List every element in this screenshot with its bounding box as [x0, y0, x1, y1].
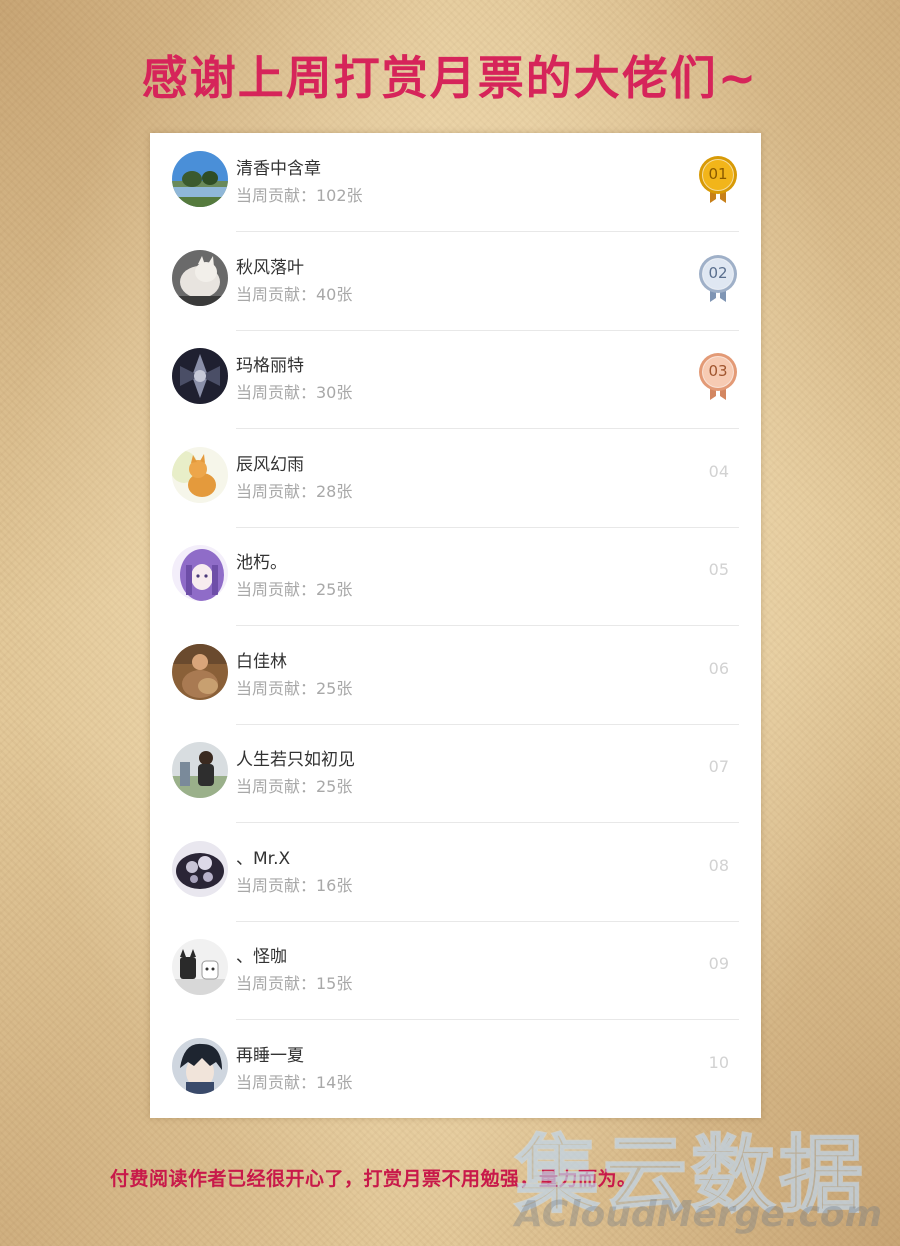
avatar: [172, 151, 228, 207]
weekly-contribution: 当周贡献：102张: [236, 186, 363, 205]
avatar: [172, 545, 228, 601]
rank-number: 07: [708, 757, 729, 776]
avatar: [172, 939, 228, 995]
avatar: [172, 840, 228, 897]
weekly-contribution: 当周贡献：25张: [236, 580, 353, 599]
watermark-site: ACloudMerge.com: [515, 1194, 883, 1235]
avatar: [172, 348, 228, 404]
leaderboard-card: 清香中含章当周贡献：102张 01 秋风落叶当周贡献：40张 02 玛格丽特当周贡献：3…: [150, 133, 761, 1118]
weekly-contribution: 当周贡献：14张: [236, 1072, 353, 1092]
weekly-contribution: 当周贡献：16张: [236, 875, 353, 895]
avatar: [172, 249, 228, 306]
leaderboard-row: 人生若只如初见 当周贡献：25张 07: [150, 724, 761, 823]
user-name: 人生若只如初见: [236, 750, 355, 770]
rank-number: 10: [708, 1052, 729, 1072]
rank-number: 04: [708, 461, 729, 481]
avatar: [172, 446, 228, 503]
leaderboard-row: 秋风落叶当周贡献：40张 02: [150, 232, 761, 331]
leaderboard-row: 池朽。当周贡献：25张 05: [150, 527, 761, 626]
user-name: 清香中含章: [236, 159, 321, 179]
weekly-contribution: 当周贡献：40张: [236, 284, 353, 304]
rank-number: 06: [708, 658, 729, 678]
avatar: [172, 643, 228, 700]
avatar: [172, 742, 228, 798]
weekly-contribution: 当周贡献：30张: [236, 383, 353, 402]
user-name: 秋风落叶: [236, 257, 304, 278]
rank-number: 01: [708, 165, 728, 183]
user-name: 玛格丽特: [236, 356, 304, 376]
watermark: 集云数据 ACloudMerge.com: [514, 1108, 895, 1238]
user-name: 、怪咖: [236, 947, 287, 967]
leaderboard-row: 、Mr.X 当周贡献：16张 08: [150, 823, 761, 922]
gold-medal-icon: 01: [697, 155, 739, 205]
weekly-contribution: 当周贡献：28张: [236, 481, 353, 501]
weekly-contribution: 当周贡献：15张: [236, 974, 353, 993]
leaderboard-row: 清香中含章当周贡献：102张 01: [150, 133, 761, 232]
leaderboard-row: 辰风幻雨当周贡献：28张 04: [150, 429, 761, 528]
leaderboard-row: 玛格丽特当周贡献：30张 03: [150, 330, 761, 429]
rank-number: 08: [708, 855, 729, 875]
avatar: [172, 1037, 228, 1094]
weekly-contribution: 当周贡献：25张: [236, 678, 353, 698]
weekly-contribution: 当周贡献：25张: [236, 777, 353, 796]
user-name: 、Mr.X: [236, 848, 291, 869]
leaderboard-row: 、怪咖当周贡献：15张 09: [150, 921, 761, 1020]
user-name: 池朽。: [236, 553, 287, 573]
rank-number: 09: [708, 954, 729, 973]
user-name: 白佳林: [236, 651, 287, 672]
page-title: 感谢上周打赏月票的大佬们~: [141, 51, 759, 105]
rank-number: 03: [708, 362, 728, 380]
rank-number: 05: [708, 560, 729, 579]
leaderboard-row: 白佳林当周贡献：25张 06: [150, 626, 761, 725]
leaderboard-row: 再睡一夏当周贡献：14张 10: [150, 1020, 761, 1119]
rank-number: 02: [708, 263, 728, 282]
bronze-medal-icon: 03: [697, 352, 739, 402]
user-name: 辰风幻雨: [236, 454, 304, 475]
silver-medal-icon: 02: [697, 254, 739, 304]
user-name: 再睡一夏: [236, 1045, 304, 1066]
